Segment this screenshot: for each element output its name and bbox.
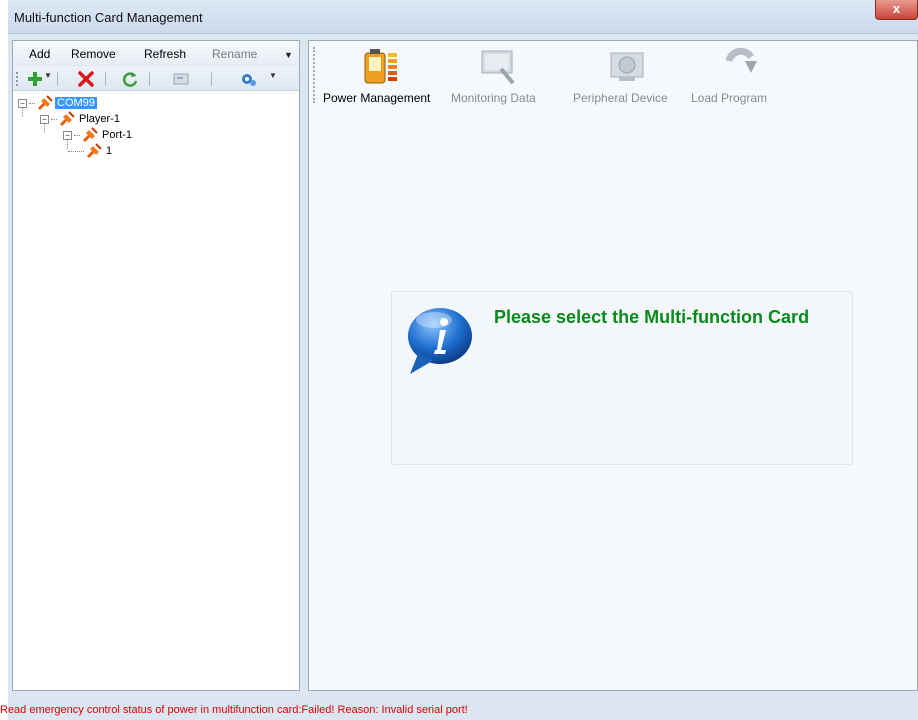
toolbar-grip[interactable] bbox=[16, 72, 18, 86]
close-button[interactable]: x bbox=[875, 0, 918, 20]
collapse-icon[interactable]: − bbox=[40, 114, 49, 124]
main-window: Multi-function Card Management x Add Rem… bbox=[0, 0, 918, 720]
tree-toolbar: ▼ ▼ bbox=[13, 67, 299, 91]
tab-label: Power Management bbox=[323, 91, 431, 105]
window-title: Multi-function Card Management bbox=[14, 10, 203, 25]
toolbar-separator bbox=[105, 72, 106, 86]
tabs-grip bbox=[313, 47, 315, 103]
function-tabs: Power Management Monitoring Data Periphe… bbox=[309, 41, 917, 107]
toolbar-separator bbox=[149, 72, 150, 86]
info-icon bbox=[408, 308, 472, 374]
download-arrow-icon bbox=[725, 47, 757, 73]
info-message-box: Please select the Multi-function Card bbox=[391, 291, 853, 465]
tree-node-card[interactable]: 1 bbox=[68, 143, 114, 159]
tab-power-management[interactable]: Power Management bbox=[323, 47, 445, 107]
card-tree-pane: Add Remove Refresh Rename ▼ ▼ ▼ − COM99 … bbox=[12, 40, 300, 691]
menu-bar: Add Remove Refresh Rename ▼ bbox=[13, 41, 299, 67]
collapse-icon[interactable]: − bbox=[63, 130, 72, 140]
tree-node-com99[interactable]: − COM99 bbox=[18, 95, 97, 111]
menu-refresh[interactable]: Refresh bbox=[144, 47, 186, 61]
tab-label: Load Program bbox=[691, 91, 768, 105]
monitor-icon bbox=[481, 50, 515, 85]
client-area: Add Remove Refresh Rename ▼ ▼ ▼ − COM99 … bbox=[0, 34, 918, 720]
connector-icon bbox=[86, 143, 102, 159]
camera-device-icon bbox=[610, 52, 644, 81]
battery-icon bbox=[364, 49, 397, 84]
tab-peripheral-device[interactable]: Peripheral Device bbox=[573, 47, 687, 107]
tree-connector bbox=[29, 102, 35, 104]
menu-overflow-icon[interactable]: ▼ bbox=[284, 49, 293, 61]
tab-label: Peripheral Device bbox=[573, 91, 668, 105]
title-bar: Multi-function Card Management x bbox=[8, 0, 918, 34]
details-pane: Power Management Monitoring Data Periphe… bbox=[308, 40, 918, 691]
settings-dropdown-icon[interactable]: ▼ bbox=[269, 71, 277, 80]
rename-icon[interactable] bbox=[172, 70, 190, 88]
tree-connector bbox=[68, 150, 84, 152]
status-bar: Read emergency control status of power i… bbox=[0, 701, 918, 720]
connector-icon bbox=[37, 95, 53, 111]
settings-icon[interactable] bbox=[239, 70, 257, 88]
tree-connector bbox=[51, 118, 57, 120]
tree-node-label[interactable]: COM99 bbox=[55, 97, 97, 109]
connector-icon bbox=[59, 111, 75, 127]
tree-node-label[interactable]: Player-1 bbox=[77, 113, 122, 125]
menu-remove[interactable]: Remove bbox=[71, 47, 116, 61]
toolbar-separator bbox=[57, 72, 58, 86]
status-error-text: Read emergency control status of power i… bbox=[0, 704, 468, 716]
tree-node-label[interactable]: Port-1 bbox=[100, 129, 134, 141]
tree-node-player[interactable]: − Player-1 bbox=[40, 111, 122, 127]
toolbar-separator bbox=[211, 72, 212, 86]
info-message-text: Please select the Multi-function Card bbox=[494, 307, 810, 327]
tab-label: Monitoring Data bbox=[451, 91, 536, 105]
tree-node-label[interactable]: 1 bbox=[104, 145, 114, 157]
menu-add[interactable]: Add bbox=[29, 47, 50, 61]
connector-icon bbox=[82, 127, 98, 143]
tree-connector bbox=[74, 134, 80, 136]
delete-icon[interactable] bbox=[77, 70, 95, 88]
collapse-icon[interactable]: − bbox=[18, 98, 27, 108]
refresh-icon[interactable] bbox=[121, 70, 139, 88]
tab-load-program[interactable]: Load Program bbox=[691, 47, 791, 107]
add-dropdown-icon[interactable]: ▼ bbox=[44, 71, 52, 80]
menu-rename[interactable]: Rename bbox=[212, 47, 257, 61]
tab-monitoring-data[interactable]: Monitoring Data bbox=[451, 47, 569, 107]
tree-node-port[interactable]: − Port-1 bbox=[63, 127, 134, 143]
add-icon[interactable] bbox=[26, 70, 44, 88]
